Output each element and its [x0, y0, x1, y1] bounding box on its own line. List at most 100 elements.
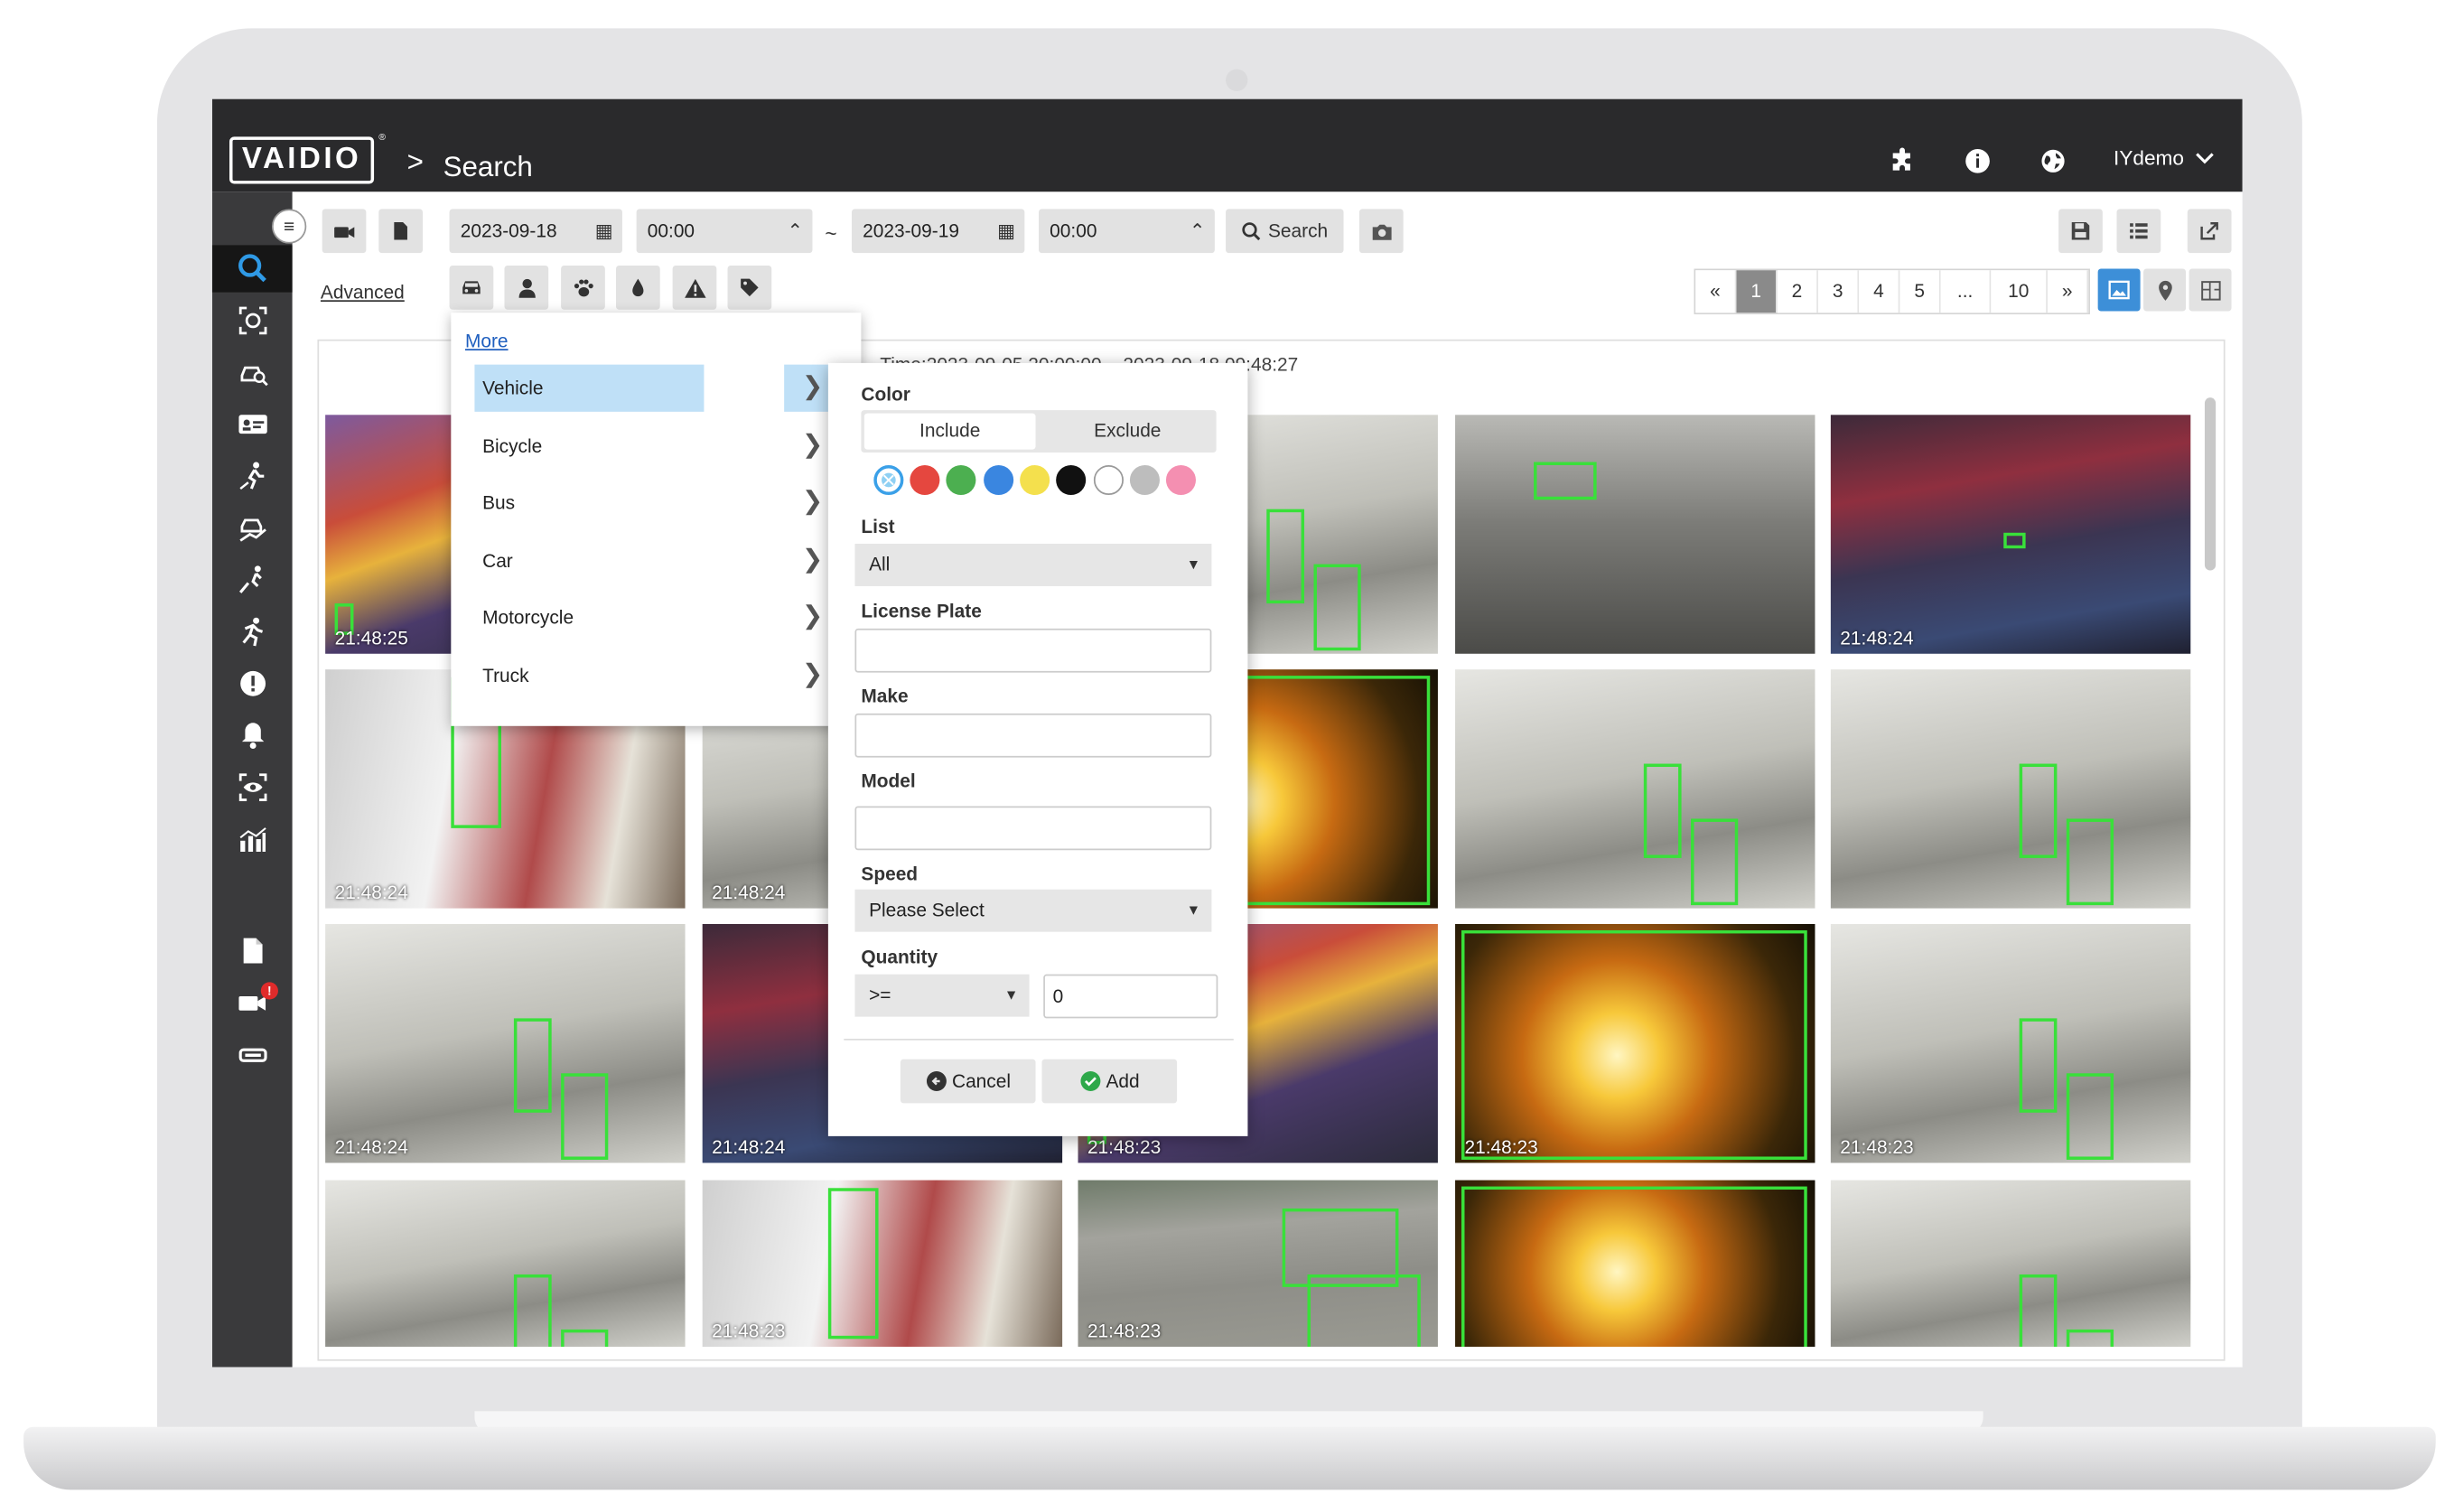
result-thumbnail[interactable]: 21:48:23	[702, 1180, 1063, 1348]
camera-filter-button[interactable]	[322, 209, 367, 254]
search-button[interactable]: Search	[1226, 209, 1344, 254]
color-any-swatch[interactable]	[873, 464, 904, 496]
person-filter-button[interactable]	[504, 266, 549, 310]
search-icon	[1242, 221, 1261, 240]
result-thumbnail[interactable]	[1455, 415, 1815, 654]
make-input[interactable]	[854, 713, 1212, 758]
sidebar-item-alerts[interactable]	[212, 660, 293, 707]
vehicle-type-label: Motorcycle	[482, 606, 574, 629]
map-view-button[interactable]	[2143, 268, 2187, 312]
file-filter-button[interactable]	[378, 209, 424, 254]
color-swatch[interactable]	[1019, 464, 1050, 496]
sidebar-item-person-path[interactable]	[212, 453, 293, 499]
color-label: Color	[861, 383, 910, 406]
liquid-filter-button[interactable]	[616, 266, 660, 310]
more-link[interactable]: More	[465, 330, 509, 351]
color-swatch[interactable]	[983, 464, 1013, 496]
end-date-field[interactable]: 2023-09-19 ▦	[851, 209, 1025, 254]
quantity-input[interactable]: 0	[1043, 974, 1218, 1019]
export-button[interactable]	[2187, 209, 2232, 254]
result-thumbnail[interactable]	[1830, 669, 2191, 909]
globe-icon[interactable]	[2039, 146, 2067, 174]
license-plate-input[interactable]	[854, 628, 1212, 673]
list-icon	[2130, 223, 2148, 239]
list-view-button[interactable]	[2116, 209, 2161, 254]
vehicle-type-item[interactable]: Truck ❯	[474, 652, 840, 699]
tag-filter-button[interactable]	[727, 266, 772, 310]
warning-filter-button[interactable]	[672, 266, 717, 310]
person-icon	[518, 277, 535, 297]
result-thumbnail[interactable]: 21:48:23	[1078, 1180, 1438, 1348]
thumbnail-timestamp: 21:48:24	[712, 882, 786, 904]
result-thumbnail[interactable]	[1830, 1180, 2191, 1348]
result-thumbnail[interactable]	[325, 1180, 686, 1348]
color-swatch[interactable]	[1129, 464, 1160, 496]
advanced-search-link[interactable]: Advanced	[321, 281, 405, 303]
sidebar-item-face[interactable]	[212, 297, 293, 344]
user-menu[interactable]: IYdemo	[2114, 146, 2215, 170]
puzzle-icon[interactable]	[1887, 146, 1915, 174]
sidebar-item-watch[interactable]	[212, 764, 293, 811]
animal-filter-button[interactable]	[561, 266, 605, 310]
sidebar-item-statistics[interactable]	[212, 816, 293, 863]
info-icon[interactable]	[1963, 146, 1991, 174]
sidebar-item-reports[interactable]	[212, 927, 293, 974]
start-time-field[interactable]: 00:00 ⌃	[636, 209, 813, 254]
floorplan-view-button[interactable]	[2189, 268, 2232, 312]
vehicle-type-item[interactable]: Bicycle ❯	[474, 423, 840, 470]
include-toggle[interactable]: Include	[863, 413, 1036, 450]
end-time-field[interactable]: 00:00 ⌃	[1039, 209, 1215, 254]
color-swatch[interactable]	[910, 464, 940, 496]
vaidio-logo[interactable]: VAIDIO	[229, 136, 375, 184]
sidebar-item-vehicle-path[interactable]	[212, 504, 293, 551]
result-thumbnail[interactable]: 21:48:24	[325, 924, 686, 1163]
pagination-page[interactable]: 1	[1736, 270, 1778, 313]
color-swatch[interactable]	[1166, 464, 1197, 496]
sidebar-toggle-icon[interactable]: ≡	[271, 209, 307, 244]
results-scrollbar[interactable]	[2204, 397, 2217, 571]
result-thumbnail[interactable]	[1455, 1180, 1815, 1348]
sidebar-item-action[interactable]	[212, 608, 293, 655]
drop-icon	[632, 278, 644, 297]
save-button[interactable]	[2058, 209, 2103, 254]
sidebar-item-storage[interactable]	[212, 1031, 293, 1078]
result-thumbnail[interactable]: 21:48:23	[1455, 924, 1815, 1163]
pagination-page[interactable]: 3	[1817, 270, 1860, 313]
vehicle-type-item[interactable]: Car ❯	[474, 537, 840, 584]
model-input[interactable]	[854, 806, 1212, 851]
snapshot-search-button[interactable]	[1358, 209, 1404, 254]
pagination-page[interactable]: 2	[1777, 270, 1818, 313]
list-select[interactable]: All ▼	[854, 543, 1212, 586]
vehicle-type-item[interactable]: Vehicle ❯	[474, 364, 841, 412]
pagination-page[interactable]: 4	[1859, 270, 1900, 313]
pagination-ellipsis: ...	[1940, 270, 1992, 313]
sidebar-item-trajectory[interactable]	[212, 556, 293, 603]
vehicle-type-item[interactable]: Motorcycle ❯	[474, 594, 840, 641]
vehicle-type-item[interactable]: Bus ❯	[474, 480, 840, 527]
color-swatch[interactable]	[1093, 464, 1124, 496]
caret-down-icon: ▼	[1003, 986, 1019, 1003]
sidebar-item-notifications[interactable]	[212, 712, 293, 759]
color-swatch[interactable]	[1056, 464, 1087, 496]
pagination-page[interactable]: 5	[1899, 270, 1941, 313]
quantity-operator-select[interactable]: >= ▼	[854, 974, 1030, 1017]
cancel-button[interactable]: Cancel	[900, 1059, 1036, 1104]
vehicle-filter-button[interactable]	[449, 266, 494, 310]
result-thumbnail[interactable]: 21:48:23	[1830, 924, 2191, 1163]
sidebar-item-cameras[interactable]: !	[212, 979, 293, 1026]
grid-view-button[interactable]	[2097, 268, 2141, 312]
pagination-page[interactable]: 10	[1991, 270, 2048, 313]
add-button[interactable]: Add	[1041, 1059, 1178, 1104]
sidebar-item-search[interactable]	[211, 245, 293, 293]
result-thumbnail[interactable]	[1455, 669, 1815, 909]
result-thumbnail[interactable]: 21:48:24	[1830, 415, 2191, 654]
pagination-prev[interactable]: «	[1695, 270, 1737, 313]
speed-select[interactable]: Please Select ▼	[854, 889, 1212, 932]
color-swatch[interactable]	[946, 464, 976, 496]
pagination-next[interactable]: »	[2047, 270, 2089, 313]
exclude-toggle[interactable]: Exclude	[1041, 414, 1213, 450]
start-date-field[interactable]: 2023-09-18 ▦	[449, 209, 622, 254]
detection-box	[1534, 462, 1597, 500]
sidebar-item-vehicle-search[interactable]	[212, 349, 293, 396]
sidebar-item-id-card[interactable]	[212, 401, 293, 448]
